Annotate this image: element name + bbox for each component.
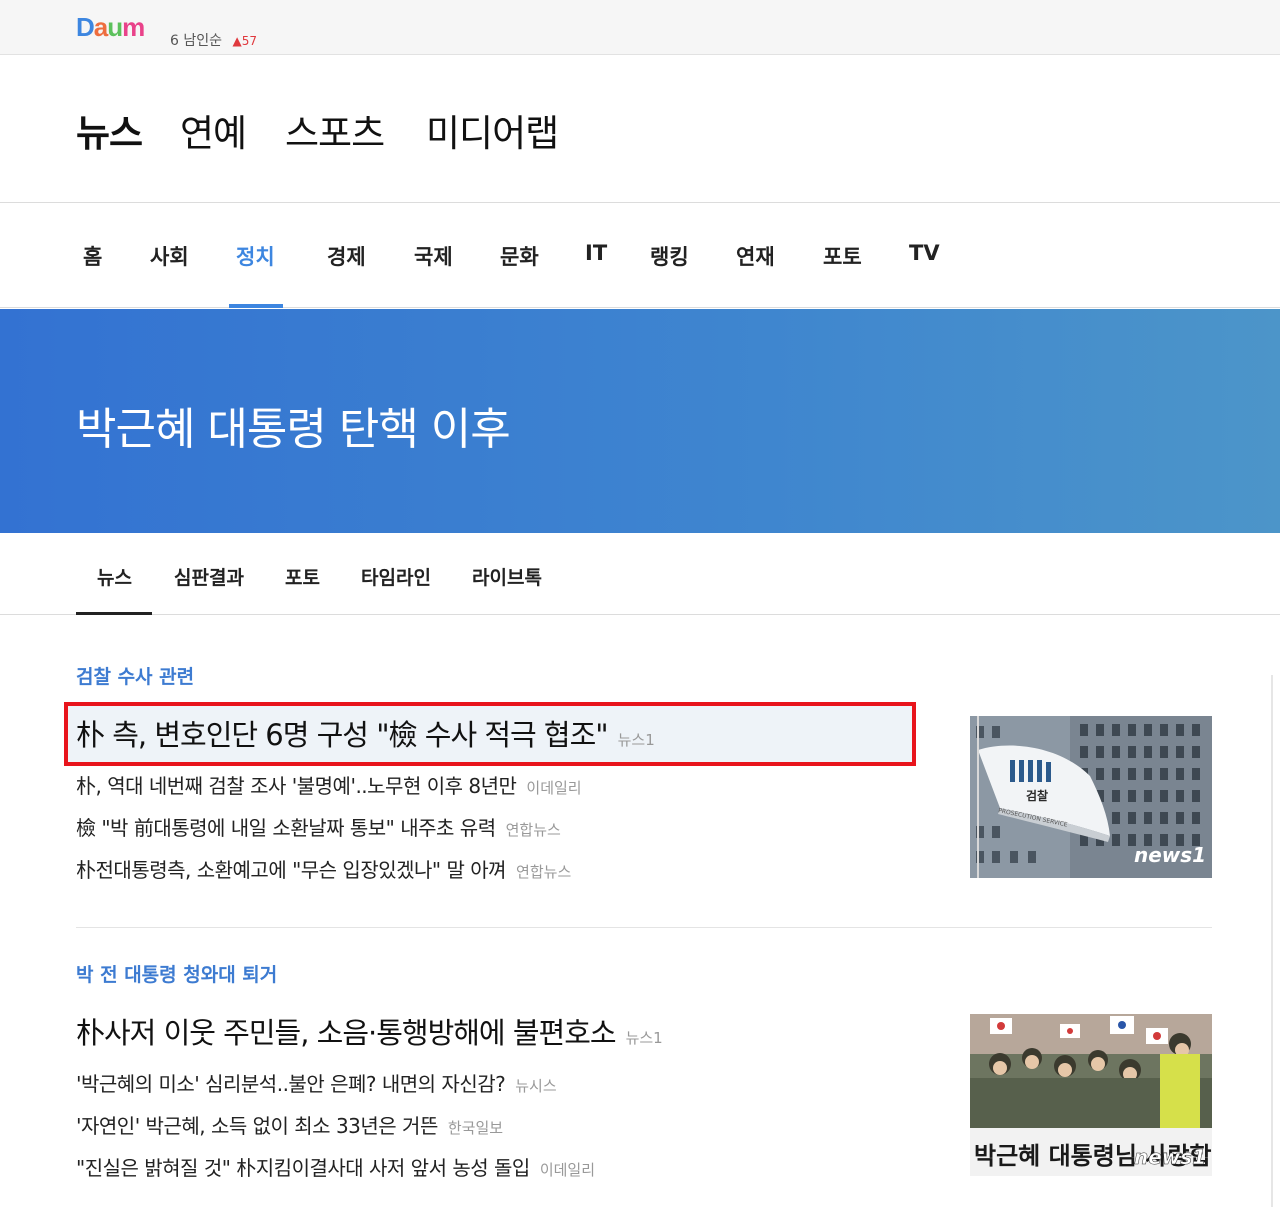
tab-economy[interactable]: 경제 — [327, 241, 366, 271]
list-item-source: 이데일리 — [539, 1161, 596, 1179]
topic-title: 박근혜 대통령 탄핵 이후 — [76, 404, 511, 455]
service-news[interactable]: 뉴스 — [76, 103, 143, 157]
list-item-text: '박근혜의 미소' 심리분석..불안 은폐? 내면의 자신감? — [76, 1072, 506, 1096]
crowd-protest-image: 박근혜 대통령님 사랑합니다 news1 — [970, 1014, 1212, 1176]
active-subtab-indicator — [76, 612, 152, 615]
section-title[interactable]: 박 전 대통령 청와대 퇴거 — [76, 960, 277, 987]
list-item-text: "진실은 밝혀질 것" 朴지킴이결사대 사저 앞서 농성 돌입 — [76, 1156, 530, 1180]
headline-source: 뉴스1 — [625, 1029, 663, 1047]
category-nav: 홈 사회 정치 경제 국제 문화 IT 랭킹 연재 포토 TV — [0, 203, 1280, 308]
tab-photo[interactable]: 포토 — [823, 241, 862, 271]
headline-text: 朴사저 이웃 주민들, 소음·통행방해에 불편호소 — [76, 1016, 617, 1050]
scrollbar[interactable] — [1271, 675, 1273, 1207]
top-bar: Daum 6 남인순 ▲57 — [0, 0, 1280, 55]
tab-tv[interactable]: TV — [909, 241, 940, 265]
realtime-ticker[interactable]: 6 남인순 ▲57 — [170, 30, 257, 50]
list-item-source: 연합뉴스 — [505, 821, 561, 839]
tab-it[interactable]: IT — [585, 241, 607, 265]
tab-world[interactable]: 국제 — [414, 241, 453, 271]
list-item-source: 뉴시스 — [515, 1077, 557, 1095]
subtab-news[interactable]: 뉴스 — [97, 563, 132, 590]
list-item-text: 檢 "박 前대통령에 내일 소환날짜 통보" 내주초 유력 — [76, 816, 496, 840]
headline-link[interactable]: 朴 측, 변호인단 6명 구성 "檢 수사 적극 협조" 뉴스1 — [76, 712, 655, 754]
service-sports[interactable]: 스포츠 — [285, 103, 385, 157]
service-medialab[interactable]: 미디어랩 — [426, 103, 559, 157]
subtab-livetalk[interactable]: 라이브톡 — [472, 563, 542, 590]
logo-letter: u — [107, 12, 123, 42]
list-item-text: 朴, 역대 네번째 검찰 조사 '불명예'..노무현 이후 8년만 — [76, 774, 517, 798]
list-item[interactable]: "진실은 밝혀질 것" 朴지킴이결사대 사저 앞서 농성 돌입 이데일리 — [76, 1152, 595, 1181]
tab-ranking[interactable]: 랭킹 — [650, 241, 689, 271]
list-item[interactable]: '자연인' 박근혜, 소득 없이 최소 33년은 거뜬 한국일보 — [76, 1110, 503, 1139]
list-item[interactable]: 朴, 역대 네번째 검찰 조사 '불명예'..노무현 이후 8년만 이데일리 — [76, 770, 582, 799]
list-item[interactable]: 朴전대통령측, 소환예고에 "무슨 입장있겠나" 말 아껴 연합뉴스 — [76, 854, 571, 883]
logo-letter: a — [93, 12, 109, 42]
active-tab-indicator — [229, 304, 283, 308]
subtab-timeline[interactable]: 타임라인 — [361, 563, 431, 590]
headline-link[interactable]: 朴사저 이웃 주민들, 소음·통행방해에 불편호소 뉴스1 — [76, 1010, 663, 1052]
topic-banner: 박근혜 대통령 탄핵 이후 — [0, 309, 1280, 533]
news-section-prosecution: 검찰 수사 관련 朴 측, 변호인단 6명 구성 "檢 수사 적극 협조" 뉴스1… — [64, 660, 1212, 890]
news-thumbnail[interactable]: 박근혜 대통령님 사랑합니다 news1 — [970, 1014, 1212, 1176]
tab-home[interactable]: 홈 — [83, 241, 102, 271]
section-divider — [76, 927, 1212, 928]
tab-society[interactable]: 사회 — [150, 241, 189, 271]
list-item-text: '자연인' 박근혜, 소득 없이 최소 33년은 거뜬 — [76, 1114, 438, 1138]
list-item-text: 朴전대통령측, 소환예고에 "무슨 입장있겠나" 말 아껴 — [76, 858, 507, 882]
list-item[interactable]: 檢 "박 前대통령에 내일 소환날짜 통보" 내주초 유력 연합뉴스 — [76, 812, 561, 841]
section-title[interactable]: 검찰 수사 관련 — [76, 662, 194, 689]
logo-letter: D — [76, 12, 95, 42]
ticker-keyword: 남인순 — [183, 33, 223, 49]
logo-letter: m — [122, 12, 145, 42]
list-item-source: 이데일리 — [526, 779, 582, 797]
news1-watermark: news1 — [1134, 1145, 1206, 1169]
subtab-verdict[interactable]: 심판결과 — [174, 563, 244, 590]
flag-text: 검찰 — [1026, 788, 1048, 803]
prosecution-flag-image: 검찰 PROSECUTION SERVICE news1 — [970, 716, 1212, 878]
headline-source: 뉴스1 — [617, 731, 655, 749]
list-item-source: 한국일보 — [447, 1119, 504, 1137]
headline-text: 朴 측, 변호인단 6명 구성 "檢 수사 적극 협조" — [76, 718, 609, 752]
list-item-source: 연합뉴스 — [516, 863, 572, 881]
daum-logo[interactable]: Daum — [76, 12, 145, 43]
topic-subtabs: 뉴스 심판결과 포토 타임라인 라이브톡 — [0, 533, 1280, 615]
list-item[interactable]: '박근혜의 미소' 심리분석..불안 은폐? 내면의 자신감? 뉴시스 — [76, 1068, 557, 1097]
service-nav: 뉴스 연예 스포츠 미디어랩 — [0, 55, 1280, 203]
service-entertainment[interactable]: 연예 — [180, 103, 247, 157]
tab-politics[interactable]: 정치 — [236, 241, 275, 271]
subtab-photo[interactable]: 포토 — [285, 563, 320, 590]
news-thumbnail[interactable]: 검찰 PROSECUTION SERVICE news1 — [970, 716, 1212, 878]
tab-culture[interactable]: 문화 — [500, 241, 539, 271]
ticker-change: ▲57 — [232, 34, 257, 48]
ticker-rank: 6 — [170, 33, 179, 49]
tab-series[interactable]: 연재 — [736, 241, 775, 271]
news-section-bluehouse: 박 전 대통령 청와대 퇴거 朴사저 이웃 주민들, 소음·통행방해에 불편호소… — [76, 958, 1212, 1188]
news1-watermark: news1 — [1134, 843, 1206, 867]
